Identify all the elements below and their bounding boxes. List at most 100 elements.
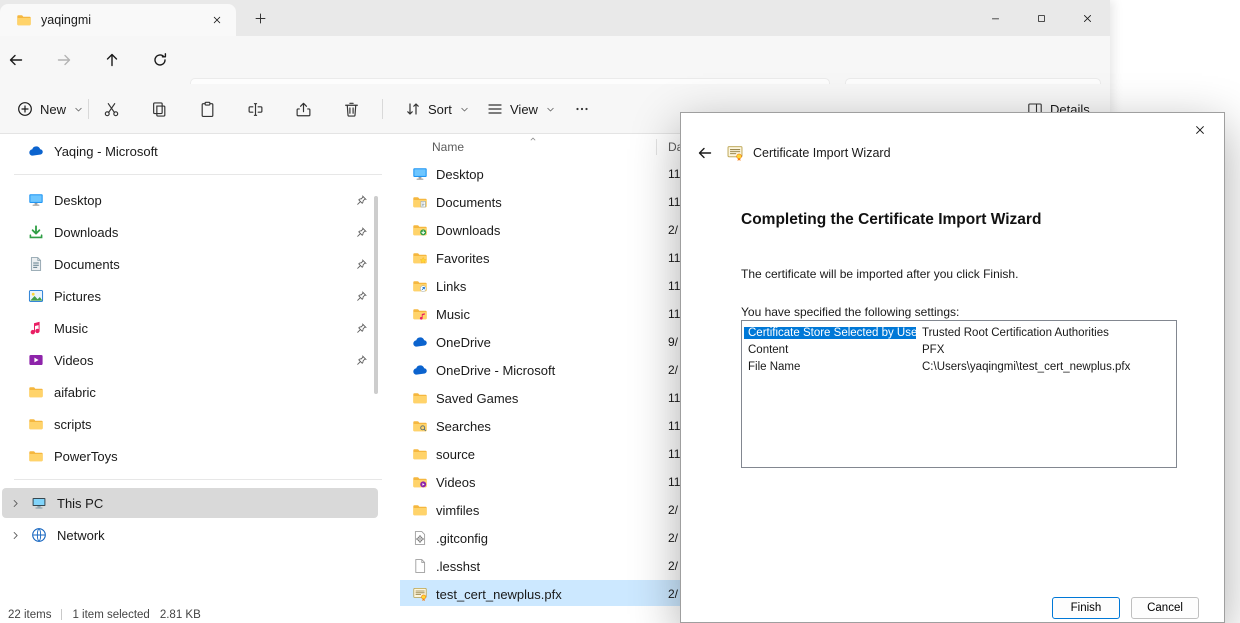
column-header-name[interactable]: Name [400, 140, 464, 154]
folder-videos-icon [412, 474, 428, 490]
file-name: .gitconfig [436, 531, 488, 546]
forward-button[interactable] [48, 44, 80, 76]
folder-favorites-icon [412, 250, 428, 266]
close-window-button[interactable] [1064, 0, 1110, 36]
file-name: OneDrive - Microsoft [436, 363, 555, 378]
sidebar-item-this-pc[interactable]: This PC [2, 488, 378, 518]
sort-button[interactable]: Sort [396, 95, 479, 123]
up-button[interactable] [96, 44, 128, 76]
dialog-close-button[interactable] [1184, 118, 1216, 142]
sidebar-item-label: Downloads [54, 225, 118, 240]
new-tab-button[interactable] [247, 7, 273, 30]
sidebar-item-label: Videos [54, 353, 94, 368]
sidebar-scrollbar[interactable] [374, 196, 378, 394]
file-date-modified: 2/ [668, 559, 678, 573]
file-name: .lesshst [436, 559, 480, 574]
plus-icon [254, 12, 267, 25]
copy-icon [151, 101, 168, 118]
more-options-button[interactable] [568, 95, 596, 123]
file-date-modified: 2/ [668, 587, 678, 601]
sidebar-account-label: Yaqing - Microsoft [54, 144, 158, 159]
cut-button[interactable] [94, 95, 128, 123]
sidebar-item-aifabric[interactable]: aifabric [2, 377, 378, 407]
music-icon [28, 320, 44, 336]
up-icon [104, 52, 120, 68]
pictures-icon [28, 288, 44, 304]
file-date-modified: 2/ [668, 363, 678, 377]
tab-close-button[interactable] [206, 9, 228, 31]
setting-key: Certificate Store Selected by User [744, 327, 916, 339]
folder-links-icon [412, 278, 428, 294]
toolbar-divider [382, 99, 383, 119]
file-name: vimfiles [436, 503, 479, 518]
folder-music-icon [412, 306, 428, 322]
wizard-heading: Completing the Certificate Import Wizard [741, 211, 1041, 229]
setting-value: Trusted Root Certification Authorities [916, 327, 1109, 339]
share-button[interactable] [286, 95, 320, 123]
wizard-back-button[interactable] [693, 141, 717, 165]
folder-downloads-icon [412, 222, 428, 238]
close-icon [212, 15, 222, 25]
sidebar-item-network[interactable]: Network [2, 520, 378, 550]
sidebar-item-label: PowerToys [54, 449, 118, 464]
cancel-button[interactable]: Cancel [1131, 597, 1199, 619]
setting-row-content[interactable]: ContentPFX [744, 341, 1174, 358]
file-date-modified: 11 [668, 307, 680, 321]
rename-button[interactable] [238, 95, 272, 123]
expand-chevron-icon [10, 530, 21, 541]
sidebar-item-documents[interactable]: Documents [2, 249, 378, 279]
close-icon [1194, 124, 1206, 136]
back-icon [8, 52, 24, 68]
new-icon [17, 101, 33, 117]
sidebar-item-desktop[interactable]: Desktop [2, 185, 378, 215]
back-button[interactable] [0, 44, 32, 76]
sidebar-item-music[interactable]: Music [2, 313, 378, 343]
certificate-import-wizard-dialog: Certificate Import Wizard Completing the… [680, 112, 1225, 623]
delete-button[interactable] [334, 95, 368, 123]
tab-strip: yaqingmi [0, 0, 1110, 36]
paste-button[interactable] [190, 95, 224, 123]
forward-icon [56, 52, 72, 68]
explorer-tab[interactable]: yaqingmi [0, 4, 236, 36]
refresh-icon [152, 52, 168, 68]
folder-icon [16, 12, 32, 28]
wizard-body-text: The certificate will be imported after y… [741, 267, 1018, 281]
toolbar-divider [88, 99, 89, 119]
window-controls [972, 0, 1110, 36]
paste-icon [199, 101, 216, 118]
sidebar-item-videos[interactable]: Videos [2, 345, 378, 375]
sidebar-item-label: Desktop [54, 193, 102, 208]
status-divider [61, 609, 62, 620]
file-name: Favorites [436, 251, 489, 266]
sidebar-device-section: This PCNetwork [0, 488, 396, 550]
folder-icon [412, 502, 428, 518]
setting-row-file-name[interactable]: File NameC:\Users\yaqingmi\test_cert_new… [744, 358, 1174, 375]
delete-icon [343, 101, 360, 118]
column-divider[interactable] [656, 139, 657, 155]
sidebar-account-item[interactable]: Yaqing - Microsoft [2, 136, 378, 166]
navigation-bar: This PCWindows (C:)Usersyaqingmi [0, 36, 1110, 84]
selection-size: 2.81 KB [160, 609, 201, 621]
finish-button[interactable]: Finish [1052, 597, 1120, 619]
cloud-icon [412, 334, 428, 350]
copy-button[interactable] [142, 95, 176, 123]
sidebar-item-downloads[interactable]: Downloads [2, 217, 378, 247]
folder-icon [28, 384, 44, 400]
sidebar-item-pictures[interactable]: Pictures [2, 281, 378, 311]
sidebar: Yaqing - Microsoft Desktop Downloads Docum… [0, 134, 396, 606]
sort-icon [405, 101, 421, 117]
setting-row-certificate-store-selected-by-user[interactable]: Certificate Store Selected by UserTruste… [744, 324, 1174, 341]
file-name: Desktop [436, 167, 484, 182]
sidebar-item-powertoys[interactable]: PowerToys [2, 441, 378, 471]
pin-icon [355, 258, 368, 271]
new-button[interactable]: New [8, 95, 93, 123]
ellipsis-icon [574, 101, 590, 117]
refresh-button[interactable] [144, 44, 176, 76]
file-name: Saved Games [436, 391, 518, 406]
minimize-button[interactable] [972, 0, 1018, 36]
sidebar-item-scripts[interactable]: scripts [2, 409, 378, 439]
chevron-down-icon [459, 104, 470, 115]
view-button[interactable]: View [478, 95, 565, 123]
wizard-settings-table[interactable]: Certificate Store Selected by UserTruste… [741, 320, 1177, 468]
maximize-button[interactable] [1018, 0, 1064, 36]
